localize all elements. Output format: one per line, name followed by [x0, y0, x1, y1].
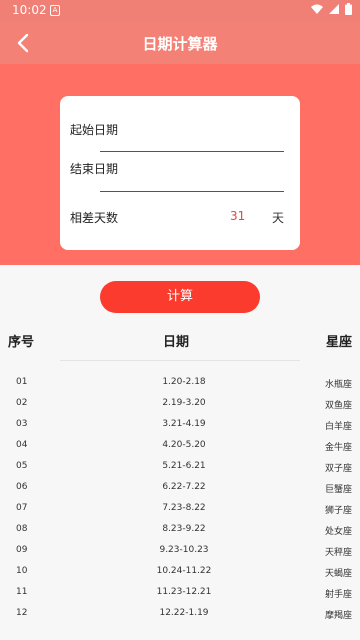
header-divider: [60, 360, 300, 361]
row-date-range: 4.20-5.20: [162, 440, 206, 450]
table-row: 03 3.21-4.19 白羊座: [0, 415, 360, 436]
row-date-range: 9.23-10.23: [159, 545, 209, 555]
row-zodiac: 天秤座: [324, 548, 352, 558]
end-date-field[interactable]: [100, 191, 284, 192]
row-date-range: 11.23-12.21: [156, 587, 212, 597]
row-zodiac: 摩羯座: [324, 611, 352, 621]
header-date: 日期: [162, 335, 189, 350]
table-row: 10 10.24-11.22 天蝎座: [0, 562, 360, 583]
battery-icon: [345, 3, 352, 15]
row-zodiac: 水瓶座: [324, 380, 352, 390]
table-row: 09 9.23-10.23 天秤座: [0, 541, 360, 562]
row-date-range: 5.21-6.21: [162, 461, 206, 471]
row-zodiac: 射手座: [324, 590, 352, 600]
days-difference-label: 相差天数: [70, 211, 119, 225]
row-zodiac: 双子座: [324, 464, 352, 474]
status-time: 10:02: [12, 3, 47, 17]
row-zodiac: 天蝎座: [324, 569, 352, 579]
start-date-field[interactable]: [100, 151, 284, 152]
table-header: 序号 日期 星座: [0, 331, 360, 351]
row-date-range: 3.21-4.19: [162, 419, 206, 429]
row-date-range: 6.22-7.22: [162, 482, 206, 492]
header-zodiac: 星座: [325, 335, 352, 350]
row-zodiac: 金牛座: [324, 443, 352, 453]
app-bar: 日期计算器: [0, 22, 360, 64]
status-bar: 10:02 A: [0, 0, 360, 22]
days-unit: 天: [272, 211, 285, 225]
status-icons: [311, 3, 352, 15]
row-date-range: 8.23-9.22: [162, 524, 206, 534]
table-row: 11 11.23-12.21 射手座: [0, 583, 360, 604]
wifi-icon: [311, 4, 323, 14]
table-row: 01 1.20-2.18 水瓶座: [0, 373, 360, 394]
row-zodiac: 狮子座: [324, 506, 352, 516]
row-zodiac: 双鱼座: [324, 401, 352, 411]
zodiac-table: 01 1.20-2.18 水瓶座 02 2.19-3.20 双鱼座 03 3.21-4.1…: [0, 373, 360, 625]
table-row: 06 6.22-7.22 巨蟹座: [0, 478, 360, 499]
row-date-range: 2.19-3.20: [162, 398, 206, 408]
table-row: 02 2.19-3.20 双鱼座: [0, 394, 360, 415]
row-date-range: 7.23-8.22: [162, 503, 206, 513]
end-date-label: 结束日期: [70, 162, 119, 176]
date-form-card: 起始日期 结束日期 相差天数 31 天: [60, 96, 300, 250]
table-row: 08 8.23-9.22 处女座: [0, 520, 360, 541]
row-zodiac: 白羊座: [324, 422, 352, 432]
row-date-range: 1.20-2.18: [162, 377, 206, 387]
table-row: 04 4.20-5.20 金牛座: [0, 436, 360, 457]
signal-icon: [329, 4, 339, 14]
notification-icon: A: [50, 5, 60, 16]
row-zodiac: 巨蟹座: [324, 485, 352, 495]
row-date-range: 10.24-11.22: [156, 566, 212, 576]
table-row: 12 12.22-1.19 摩羯座: [0, 604, 360, 625]
table-row: 05 5.21-6.21 双子座: [0, 457, 360, 478]
days-difference-value: 31: [230, 209, 246, 223]
table-row: 07 7.23-8.22 狮子座: [0, 499, 360, 520]
page-title: 日期计算器: [142, 35, 218, 53]
calculate-button[interactable]: 计算: [100, 281, 260, 313]
row-zodiac: 处女座: [324, 527, 352, 537]
row-date-range: 12.22-1.19: [159, 608, 209, 618]
start-date-label: 起始日期: [70, 123, 119, 137]
